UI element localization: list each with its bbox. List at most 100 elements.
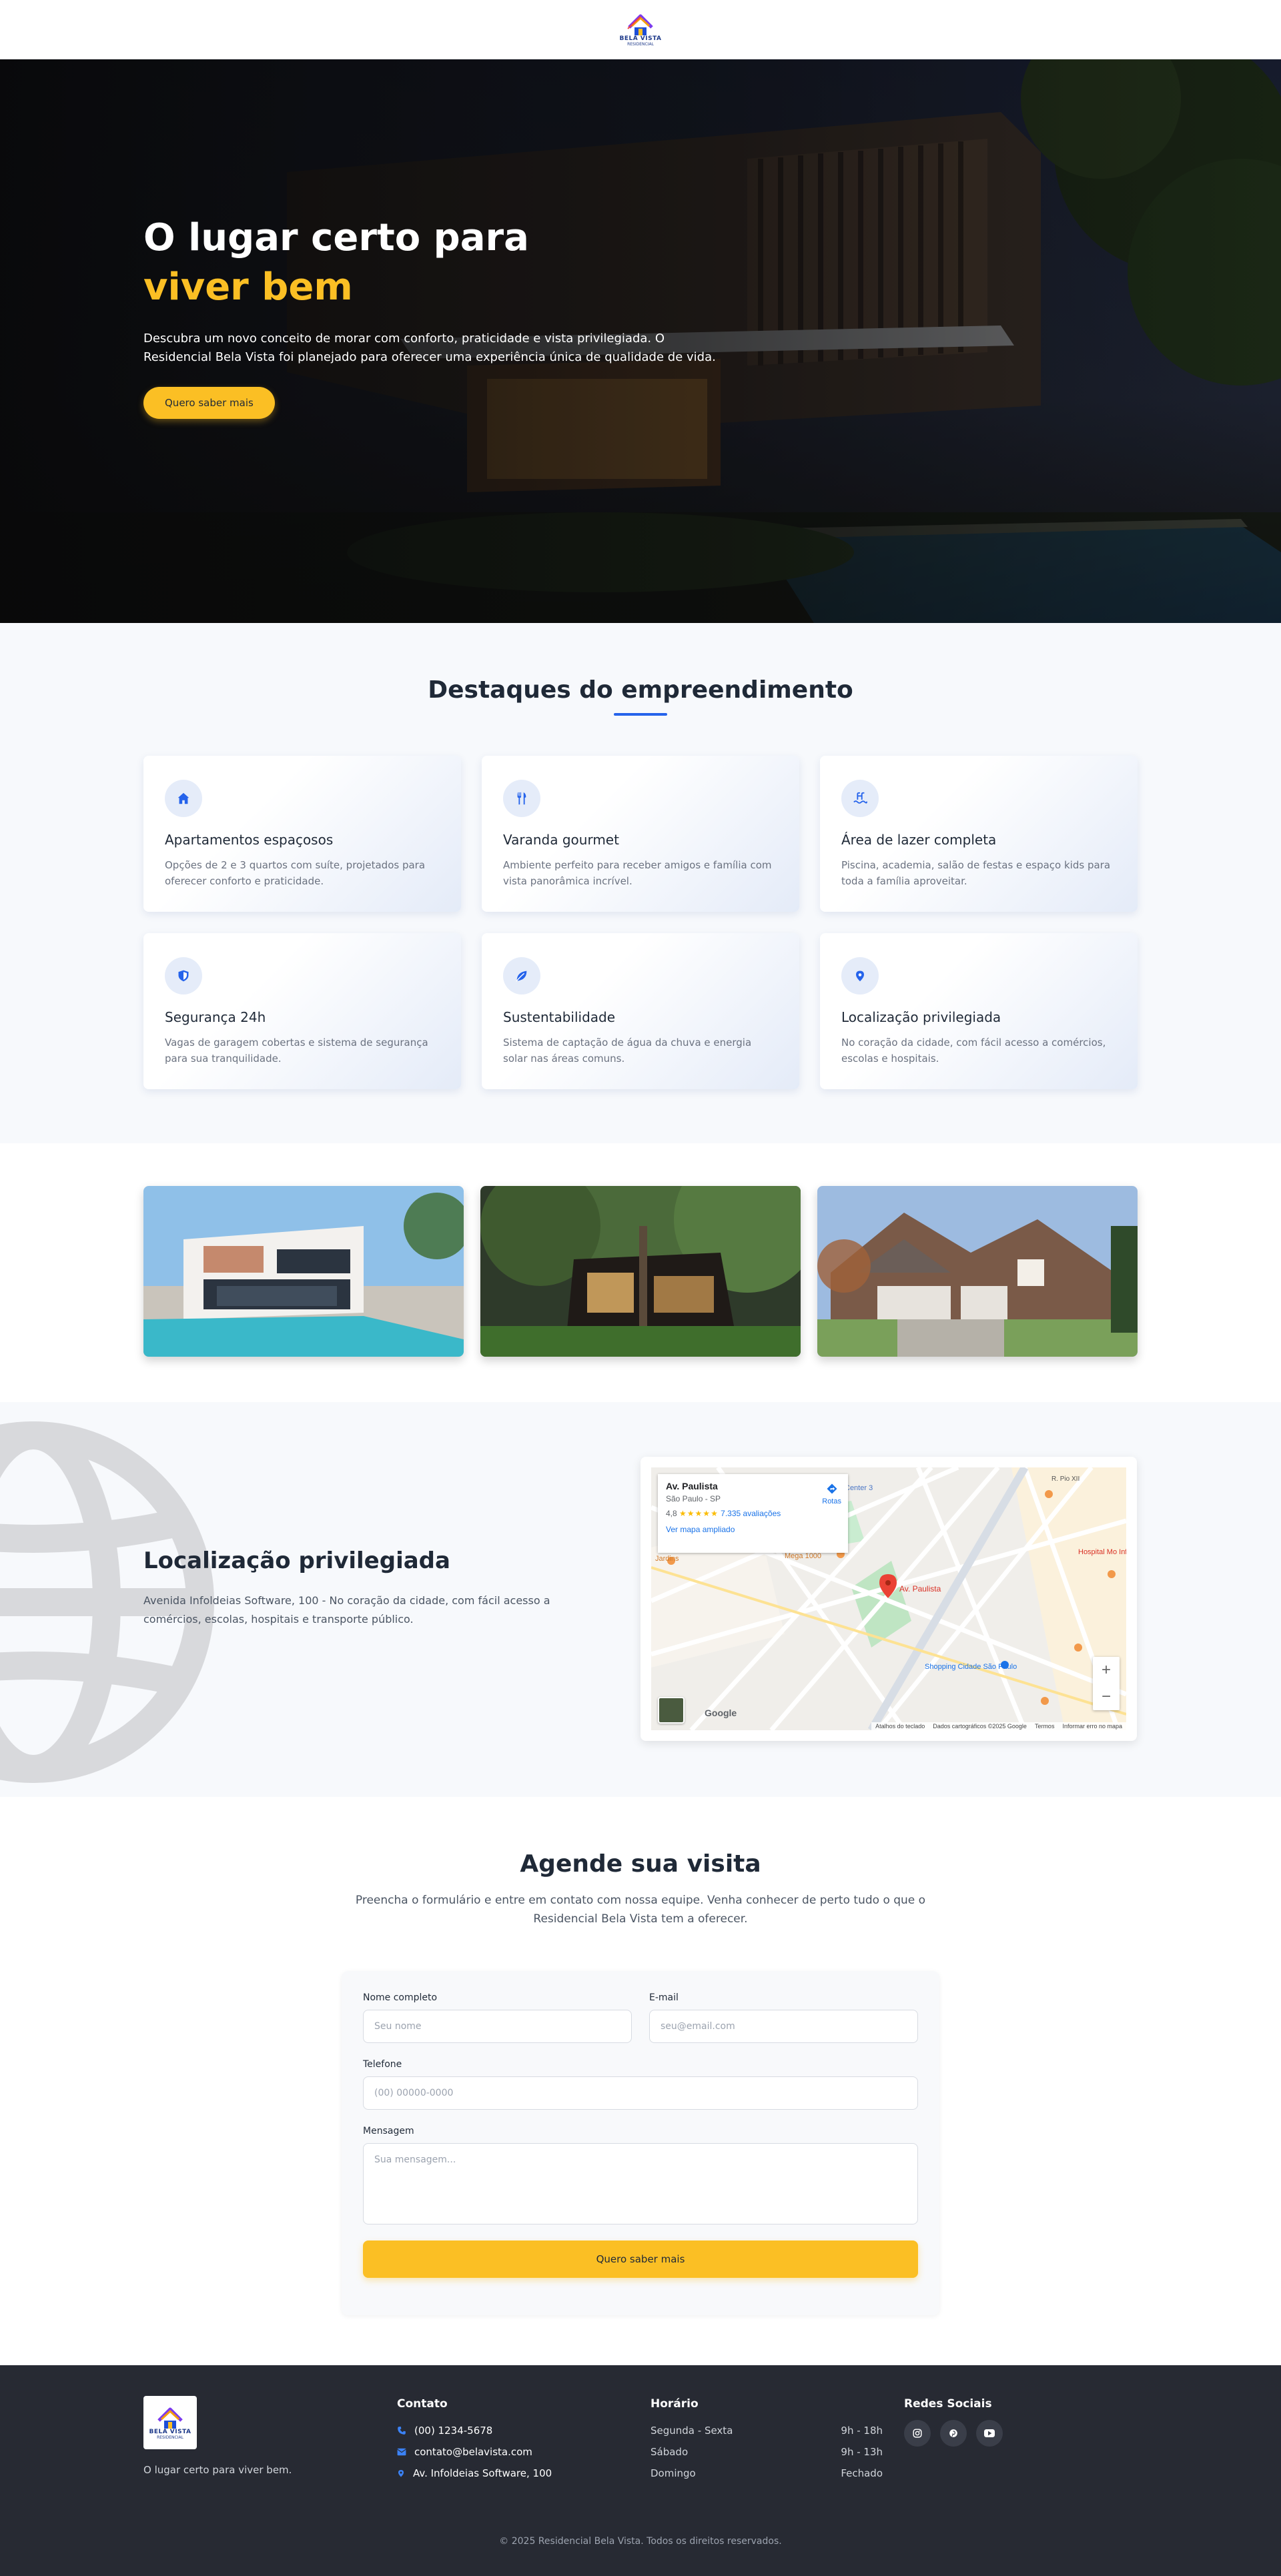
map-routes-button[interactable]: Rotas: [822, 1482, 841, 1505]
youtube-link[interactable]: [976, 2420, 1003, 2447]
map-pin-icon: [841, 957, 879, 995]
logo[interactable]: BELA VISTA RESIDENCIAL: [619, 13, 661, 47]
footer-logo-text: BELA VISTA: [149, 2428, 191, 2435]
hero-title-accent: viver bem: [143, 265, 353, 309]
map-attribution: Atalhos do teclado Dados cartográficos ©…: [871, 1722, 1126, 1730]
gallery-image-house-with-tree[interactable]: [480, 1186, 801, 1357]
visit-section: Agende sua visita Preencha o formulário …: [0, 1797, 1281, 2365]
footer-logo-subtext: RESIDENCIAL: [157, 2435, 183, 2440]
map-place-card: Av. Paulista São Paulo - SP 4,8 ★★★★★ 7.…: [658, 1474, 848, 1553]
message-label: Mensagem: [363, 2126, 414, 2136]
form-group-email: E-mail: [649, 1992, 918, 2043]
footer-columns: BELA VISTA RESIDENCIAL O lugar certo par…: [143, 2396, 1138, 2484]
location-description: Avenida Infoldeias Software, 100 - No co…: [143, 1594, 550, 1626]
footer-brand: BELA VISTA RESIDENCIAL O lugar certo par…: [143, 2396, 397, 2484]
footer-phone[interactable]: (00) 1234-5678: [397, 2420, 651, 2441]
footer-social-title: Redes Sociais: [904, 2397, 992, 2411]
envelope-icon: [397, 2448, 406, 2456]
form-group-name: Nome completo: [363, 1992, 632, 2043]
visit-description: Preencha o formulário e entre em contato…: [355, 1894, 926, 1926]
footer-contact-title: Contato: [397, 2397, 448, 2411]
location-title: Localização privilegiada: [143, 1547, 450, 1574]
leaf-icon: [503, 957, 540, 995]
highlight-card: Sustentabilidade Sistema de captação de …: [482, 933, 799, 1089]
visit-title: Agende sua visita: [520, 1850, 761, 1878]
footer-email[interactable]: contato@belavista.com: [397, 2441, 651, 2463]
highlight-card: Varanda gourmet Ambiente perfeito para r…: [482, 756, 799, 912]
map-routes-label: Rotas: [822, 1497, 841, 1505]
map-data-label: Dados cartográficos ©2025 Google: [933, 1723, 1027, 1730]
phone-input[interactable]: [363, 2076, 918, 2110]
hours-row: Domingo Fechado: [651, 2463, 883, 2484]
map-zoom-in-button[interactable]: +: [1102, 1661, 1111, 1680]
footer-email-text: contato@belavista.com: [414, 2446, 532, 2458]
highlight-card-description: Ambiente perfeito para receber amigos e …: [503, 859, 772, 887]
footer-logo[interactable]: BELA VISTA RESIDENCIAL: [143, 2396, 197, 2449]
pool-icon: [841, 780, 879, 817]
instagram-icon: [913, 2429, 922, 2438]
map-place-name: Av. Paulista: [666, 1481, 718, 1491]
map-terms-link[interactable]: Termos: [1035, 1723, 1055, 1730]
footer-hours: Horário Segunda - Sexta 9h - 18h Sábado …: [651, 2396, 904, 2484]
highlights-title: Destaques do empreendimento: [428, 676, 853, 704]
instagram-link[interactable]: [904, 2420, 931, 2447]
highlights-grid: Apartamentos espaçosos Opções de 2 e 3 q…: [143, 756, 1138, 1089]
highlights-section: Destaques do empreendimento Apartamentos…: [0, 623, 1281, 1143]
map-label: R. Pio XII: [1051, 1475, 1080, 1483]
message-textarea[interactable]: [363, 2143, 918, 2224]
hero-cta-button[interactable]: Quero saber mais: [143, 387, 275, 419]
footer-hours-title: Horário: [651, 2397, 699, 2411]
embedded-map[interactable]: Av. Paulista Center 3 Hospital Mo Infant…: [651, 1467, 1126, 1730]
gallery-section: [0, 1143, 1281, 1402]
map-zoom-out-button[interactable]: −: [1102, 1688, 1111, 1706]
form-group-message: Mensagem: [363, 2126, 918, 2227]
highlight-card-description: Sistema de captação de água da chuva e e…: [503, 1037, 752, 1065]
map-marker-label: Av. Paulista: [899, 1584, 941, 1593]
footer-tagline: O lugar certo para viver bem.: [143, 2464, 292, 2476]
pinterest-link[interactable]: [940, 2420, 967, 2447]
footer-contact: Contato (00) 1234-5678 contato@belavista…: [397, 2396, 651, 2484]
gallery-image-brick-house[interactable]: [817, 1186, 1138, 1357]
visit-form: Nome completo E-mail Telefone Mensagem Q…: [342, 1971, 939, 2315]
email-label: E-mail: [649, 1992, 679, 2003]
name-input[interactable]: [363, 2010, 632, 2043]
highlight-card-description: Opções de 2 e 3 quartos com suíte, proje…: [165, 859, 426, 887]
map-report-error-link[interactable]: Informar erro no mapa: [1062, 1723, 1122, 1730]
hours-row: Segunda - Sexta 9h - 18h: [651, 2420, 883, 2441]
map-larger-map-link[interactable]: Ver mapa ampliado: [666, 1525, 840, 1534]
highlight-card-title: Localização privilegiada: [841, 1009, 1001, 1025]
title-underline: [614, 713, 667, 716]
highlight-card: Segurança 24h Vagas de garagem cobertas …: [143, 933, 461, 1089]
map-place-subtitle: São Paulo - SP: [666, 1494, 721, 1503]
site-header: BELA VISTA RESIDENCIAL: [0, 0, 1281, 59]
highlight-card-title: Sustentabilidade: [503, 1009, 616, 1025]
hours-day: Domingo: [651, 2467, 696, 2479]
highlight-card-description: No coração da cidade, com fácil acesso a…: [841, 1037, 1106, 1065]
highlight-card: Área de lazer completa Piscina, academia…: [820, 756, 1138, 912]
location-section: Localização privilegiada Avenida Infolde…: [0, 1402, 1281, 1797]
phone-icon: [398, 2427, 406, 2435]
footer-address: Av. Infoldeias Software, 100: [397, 2463, 651, 2484]
map-rating-value: 4,8: [666, 1509, 677, 1518]
logo-house-icon: [627, 14, 653, 35]
map-keyboard-shortcuts-link[interactable]: Atalhos do teclado: [875, 1723, 925, 1730]
gallery-image-modern-house-pool[interactable]: [143, 1186, 464, 1357]
highlight-card: Localização privilegiada No coração da c…: [820, 933, 1138, 1089]
location-text: Localização privilegiada Avenida Infolde…: [143, 1547, 610, 1629]
youtube-icon: [984, 2429, 995, 2437]
highlight-card: Apartamentos espaçosos Opções de 2 e 3 q…: [143, 756, 461, 912]
shield-icon: [165, 957, 202, 995]
hero-title-line1: O lugar certo para: [143, 216, 529, 259]
highlight-card-title: Apartamentos espaçosos: [165, 832, 334, 848]
email-input[interactable]: [649, 2010, 918, 2043]
map-zoom-controls: + −: [1093, 1657, 1120, 1710]
map-label: Hospital Mo Infantil Meni: [1078, 1548, 1126, 1556]
logo-text: BELA VISTA: [619, 35, 662, 42]
form-group-phone: Telefone: [363, 2059, 918, 2110]
map-satellite-toggle[interactable]: [658, 1697, 685, 1724]
submit-button[interactable]: Quero saber mais: [363, 2240, 918, 2278]
map-reviews-link[interactable]: 7.335 avaliações: [721, 1509, 781, 1518]
directions-icon: [827, 1483, 837, 1494]
highlight-card-title: Área de lazer completa: [841, 832, 997, 848]
map-rating: 4,8 ★★★★★ 7.335 avaliações: [666, 1509, 840, 1518]
